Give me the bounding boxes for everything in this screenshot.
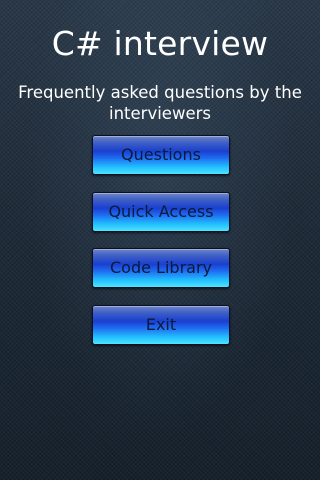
app-title: C# interview bbox=[51, 24, 269, 63]
main-menu: Questions Quick Access Code Library Exit bbox=[92, 135, 230, 345]
quick-access-button[interactable]: Quick Access bbox=[92, 191, 230, 232]
exit-button[interactable]: Exit bbox=[92, 304, 230, 345]
questions-button[interactable]: Questions bbox=[92, 135, 230, 175]
app-screen: C# interview Frequently asked questions … bbox=[0, 0, 320, 480]
code-library-button[interactable]: Code Library bbox=[92, 248, 230, 288]
app-subtitle: Frequently asked questions by the interv… bbox=[18, 83, 302, 123]
